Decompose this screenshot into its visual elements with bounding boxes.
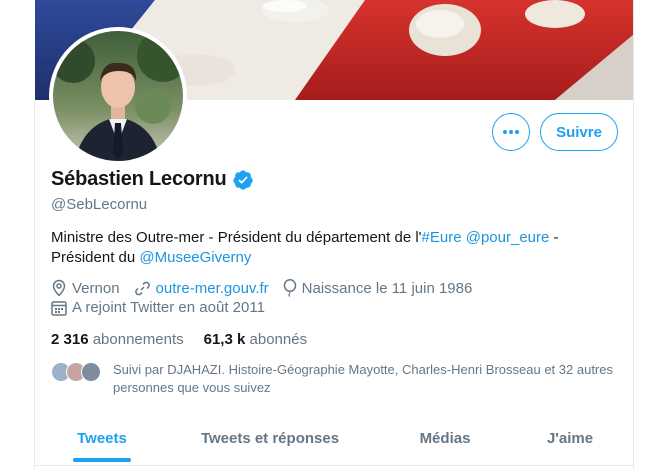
birth-text: Naissance le 11 juin 1986 bbox=[301, 279, 473, 297]
joined-text: A rejoint Twitter en août 2011 bbox=[72, 299, 265, 316]
profile-meta-joined: A rejoint Twitter en août 2011 bbox=[51, 299, 279, 316]
ellipsis-icon bbox=[503, 130, 519, 134]
profile-meta: Vernon outre-mer.gouv.fr Naissance le 11… bbox=[51, 279, 486, 297]
tab-tweets[interactable]: Tweets bbox=[73, 412, 131, 464]
tab-label: Tweets et réponses bbox=[200, 429, 340, 447]
map-pin-icon bbox=[52, 279, 66, 297]
followed-by-text: Suivi par DJAHAZI. Histoire-Géographie M… bbox=[113, 362, 613, 395]
birth-item: Naissance le 11 juin 1986 bbox=[283, 279, 473, 297]
mention-link[interactable]: @pour_eure bbox=[466, 229, 550, 246]
website-item[interactable]: outre-mer.gouv.fr bbox=[134, 280, 269, 297]
following-label: abonnements bbox=[92, 331, 184, 348]
tab-tweets-and-replies[interactable]: Tweets et réponses bbox=[195, 412, 345, 464]
profile-handle: @SebLecornu bbox=[51, 196, 148, 213]
active-tab-indicator bbox=[73, 458, 131, 462]
profile-avatar[interactable] bbox=[49, 27, 187, 165]
bio-text: Ministre des Outre-mer - Président du dé… bbox=[51, 229, 422, 246]
followers-count[interactable]: 61,3 k abonnés bbox=[204, 331, 307, 348]
followers-label: abonnés bbox=[249, 331, 308, 348]
following-count[interactable]: 2 316 abonnements bbox=[51, 331, 184, 348]
link-icon bbox=[134, 281, 150, 295]
column-border-right bbox=[633, 0, 634, 470]
tabs-divider bbox=[35, 465, 633, 466]
joined-item: A rejoint Twitter en août 2011 bbox=[51, 299, 265, 316]
tab-media[interactable]: Médias bbox=[410, 412, 480, 464]
hashtag-link[interactable]: #Eure bbox=[422, 229, 462, 246]
profile-name-row: Sébastien Lecornu bbox=[51, 168, 254, 191]
location-text: Vernon bbox=[72, 279, 120, 297]
mention-link[interactable]: @MuseeGiverny bbox=[139, 249, 251, 266]
follow-button[interactable]: Suivre bbox=[540, 113, 618, 151]
bio-text: - bbox=[549, 229, 559, 246]
website-link[interactable]: outre-mer.gouv.fr bbox=[156, 280, 269, 297]
following-value: 2 316 bbox=[51, 331, 89, 348]
calendar-icon bbox=[51, 300, 67, 316]
profile-counts: 2 316 abonnements 61,3 k abonnés bbox=[51, 331, 327, 348]
followed-by[interactable]: Suivi par DJAHAZI. Histoire-Géographie M… bbox=[51, 361, 633, 397]
followers-value: 61,3 k bbox=[203, 331, 246, 348]
bio-text: Président du bbox=[51, 249, 140, 266]
tab-label: Médias bbox=[419, 429, 471, 447]
tab-label: J'aime bbox=[546, 429, 594, 447]
profile-tabs: Tweets Tweets et réponses Médias J'aime bbox=[35, 412, 633, 464]
verified-badge-icon bbox=[232, 169, 253, 190]
follower-avatar bbox=[81, 362, 101, 382]
tab-label: Tweets bbox=[77, 429, 127, 447]
more-options-button[interactable] bbox=[492, 113, 530, 151]
location-item: Vernon bbox=[51, 279, 120, 297]
profile-name: Sébastien Lecornu bbox=[51, 168, 227, 190]
tab-likes[interactable]: J'aime bbox=[540, 412, 600, 464]
profile-bio: Ministre des Outre-mer - Président du dé… bbox=[51, 228, 611, 268]
balloon-icon bbox=[283, 279, 296, 297]
followers-avatars bbox=[51, 362, 101, 382]
